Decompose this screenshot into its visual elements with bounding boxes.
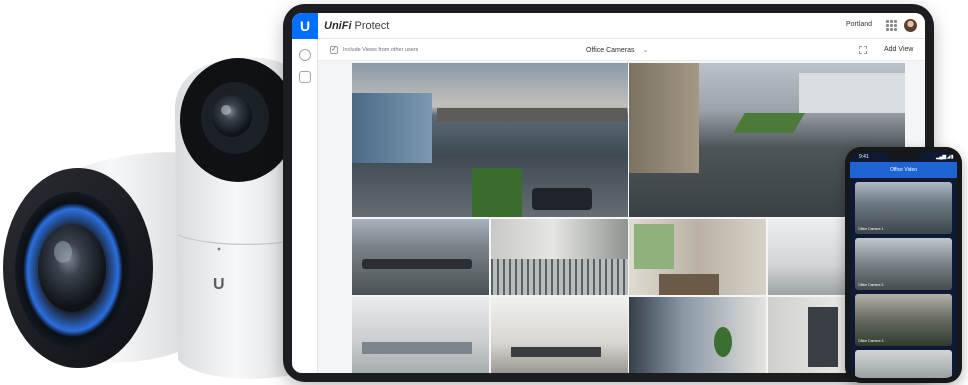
camera-logo: U (213, 276, 225, 293)
liveview-toolbar: ✓ Include Views from other users Office … (318, 39, 925, 61)
tablet-device: U UniFi Protect Portland ✓ Include Views … (283, 4, 934, 382)
app-title-name: Protect (354, 20, 390, 32)
unifi-logo-icon[interactable]: U (292, 13, 318, 39)
app-title: UniFi Protect (324, 20, 389, 32)
phone-header: Office Video (850, 162, 957, 178)
phone-camera-card[interactable]: Office Camera 3 (855, 294, 952, 346)
top-bar: U UniFi Protect Portland (292, 13, 925, 39)
phone-camera-card[interactable]: Office Camera 1 (855, 182, 952, 234)
phone-header-title: Office Video (889, 167, 918, 173)
phone-time: 9:41 (859, 154, 869, 160)
liveview-icon[interactable] (299, 71, 311, 83)
phone-camera-card[interactable]: Office Camera 2 (855, 238, 952, 290)
dashboard-icon[interactable] (299, 49, 311, 61)
camera-feed-balcony[interactable] (491, 219, 628, 295)
camera-feed-open-office[interactable] (352, 297, 489, 373)
chevron-down-icon: ⌄ (642, 47, 649, 54)
phone-camera-card-partial[interactable] (855, 350, 952, 378)
phone-camera-name: Office Camera 2 (858, 283, 884, 287)
avatar[interactable] (904, 19, 917, 32)
sidebar (292, 39, 318, 373)
phone-screen: 9:41 ▂▄▆ ◢ ▮ Office Video Office Camera … (850, 152, 957, 378)
include-views-checkbox[interactable]: ✓ (330, 46, 338, 54)
current-view-label: Office Cameras (586, 47, 635, 54)
phone-notch (886, 152, 921, 159)
protect-app-screen: U UniFi Protect Portland ✓ Include Views … (292, 13, 925, 373)
fullscreen-icon[interactable] (859, 46, 867, 54)
phone-camera-name: Office Camera 1 (858, 227, 884, 231)
camera-feed-office-window[interactable] (629, 219, 766, 295)
view-selector[interactable]: Office Cameras ⌄ (586, 46, 648, 54)
phone-camera-name: Office Camera 3 (858, 339, 884, 343)
phone-status-icons: ▂▄▆ ◢ ▮ (936, 154, 954, 160)
add-view-button[interactable]: Add View (884, 46, 913, 53)
app-switcher-icon[interactable] (886, 20, 897, 31)
video-grid (352, 63, 905, 373)
camera-feed-parking-lot[interactable] (352, 63, 628, 217)
camera-feed-lounge[interactable] (629, 297, 766, 373)
camera-feed-workstations[interactable] (491, 297, 628, 373)
tablet-camera-dots (810, 7, 830, 20)
include-views-label: Include Views from other users (343, 47, 419, 53)
app-title-brand: UniFi (324, 20, 352, 32)
camera-feed-lot-2[interactable] (352, 219, 489, 295)
phone-device: 9:41 ▂▄▆ ◢ ▮ Office Video Office Camera … (845, 147, 962, 383)
site-name[interactable]: Portland (846, 21, 872, 28)
